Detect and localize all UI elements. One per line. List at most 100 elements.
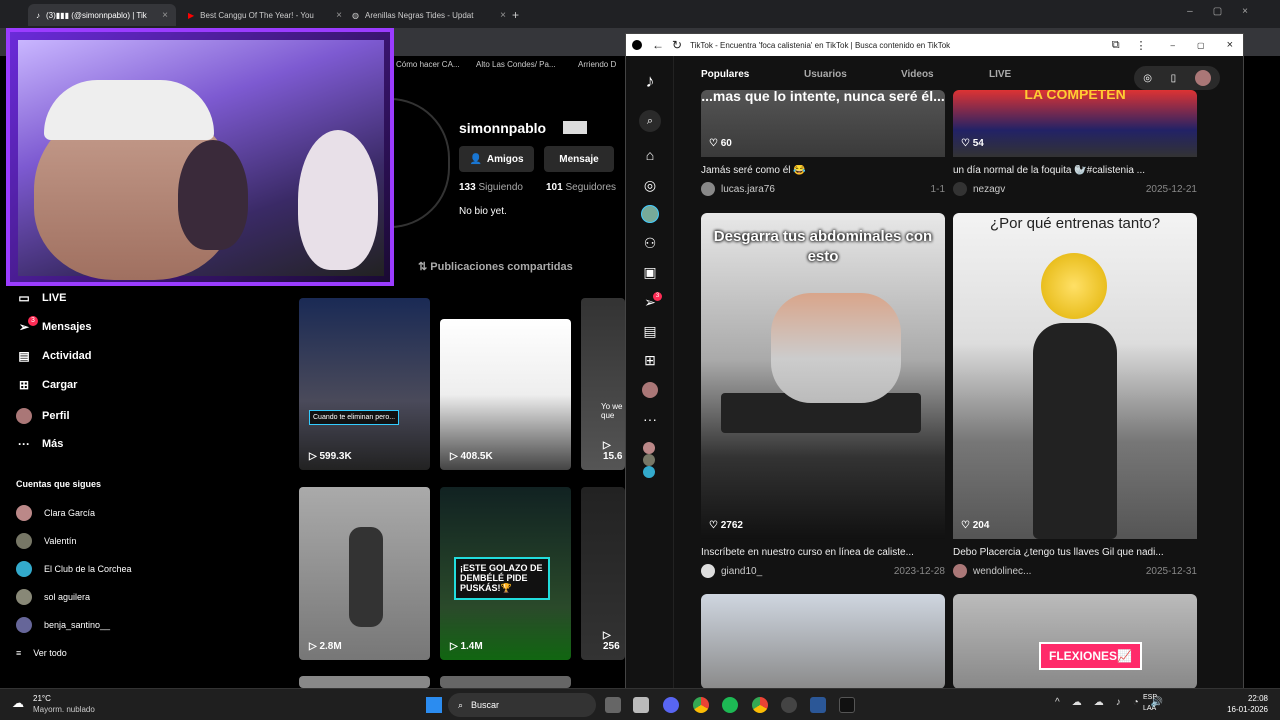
- avatar[interactable]: [642, 382, 658, 398]
- tab-videos[interactable]: Videos: [901, 69, 934, 80]
- tab-live[interactable]: LIVE: [989, 69, 1011, 80]
- video-thumbnail[interactable]: [440, 676, 571, 688]
- chrome-icon[interactable]: [693, 697, 709, 713]
- weather-icon[interactable]: ☁: [12, 696, 24, 710]
- following-stat[interactable]: 133 Siguiendo: [459, 182, 523, 193]
- video-thumbnail[interactable]: ¿Por qué entrenas tanto? ♡ 204: [953, 213, 1197, 539]
- avatar[interactable]: [641, 205, 659, 223]
- discord-icon[interactable]: [663, 697, 679, 713]
- upload-icon[interactable]: ⊞: [639, 349, 661, 371]
- video-thumbnail[interactable]: [701, 594, 945, 689]
- video-thumbnail[interactable]: FLEXIONES📈: [953, 594, 1197, 689]
- explore-icon[interactable]: ◎: [639, 174, 661, 196]
- start-icon[interactable]: [426, 697, 442, 713]
- author-name[interactable]: wendolinec...: [973, 566, 1031, 577]
- phone-icon[interactable]: ▯: [1171, 73, 1177, 84]
- task-view-icon[interactable]: [605, 697, 621, 713]
- maximize-icon[interactable]: ▢: [1197, 41, 1205, 50]
- video-caption[interactable]: Inscríbete en nuestro curso en línea de …: [701, 547, 945, 558]
- video-caption[interactable]: Jamás seré como él 😂: [701, 165, 945, 176]
- browser-tab[interactable]: ▶ Best Canggu Of The Year! - You ×: [180, 4, 350, 26]
- followed-account[interactable]: sol aguilera: [16, 589, 90, 605]
- video-caption[interactable]: Debo Placercia ¿tengo tus llaves Gil que…: [953, 547, 1197, 558]
- close-icon[interactable]: ×: [336, 10, 342, 21]
- video-thumbnail[interactable]: ▷ 2.8M: [299, 487, 430, 660]
- obs-icon[interactable]: [781, 697, 797, 713]
- video-thumbnail[interactable]: ▷ 408.5K: [440, 319, 571, 470]
- video-caption[interactable]: un día normal de la foquita 🦭#calistenia…: [953, 165, 1197, 176]
- message-button[interactable]: Mensaje: [544, 146, 614, 172]
- clock-time[interactable]: 22:08: [1224, 694, 1268, 703]
- video-thumbnail[interactable]: Desgarra tus abdominales con esto ♡ 2762: [701, 213, 945, 539]
- sidebar-item-upload[interactable]: ⊞ Cargar: [16, 378, 78, 392]
- live-icon[interactable]: ▣: [639, 261, 661, 283]
- taskbar-search[interactable]: ⌕ Buscar: [448, 693, 596, 717]
- result-card[interactable]: [701, 594, 945, 689]
- video-thumbnail[interactable]: ▷ 256: [581, 487, 625, 660]
- sidebar-item-activity[interactable]: ▤ Actividad: [16, 349, 91, 363]
- followed-account[interactable]: Valentín: [16, 533, 76, 549]
- home-icon[interactable]: ⌂: [639, 144, 661, 166]
- result-card[interactable]: ...mas que lo intente, nunca seré él... …: [701, 90, 945, 196]
- extensions-icon[interactable]: ⧉: [1112, 39, 1120, 52]
- language-primary[interactable]: ESP: [1143, 694, 1157, 701]
- close-icon[interactable]: ×: [162, 10, 168, 21]
- spotify-icon[interactable]: [722, 697, 738, 713]
- followed-account[interactable]: El Club de la Corchea: [16, 561, 132, 577]
- author-name[interactable]: nezagv: [973, 184, 1005, 195]
- tiktok-logo-icon[interactable]: ♪: [639, 70, 661, 92]
- sidebar-item-live[interactable]: ▭ LIVE: [16, 291, 66, 305]
- weather-desc[interactable]: Mayorm. nublado: [33, 705, 95, 714]
- following-icon[interactable]: ⚇: [639, 232, 661, 254]
- video-thumbnail[interactable]: ¡ESTE GOLAZO DE DEMBÉLÉ PIDE PUSKÁS!🏆 ▷ …: [440, 487, 571, 660]
- chrome-icon[interactable]: [752, 697, 768, 713]
- avatar[interactable]: [643, 442, 655, 454]
- followed-account[interactable]: benja_santino__: [16, 617, 110, 633]
- back-icon[interactable]: ←: [652, 38, 664, 52]
- bookmark[interactable]: Arriendo D: [578, 60, 616, 69]
- author-name[interactable]: lucas.jara76: [721, 184, 775, 195]
- video-thumbnail[interactable]: Cuando te eliminan pero... ▷ 599.3K: [299, 298, 430, 470]
- browser-tab[interactable]: ♪ (3)▮▮▮ (@simonnpablo) | Tik ×: [28, 4, 176, 26]
- video-thumbnail[interactable]: Yo we que ▷ 15.6: [581, 298, 625, 470]
- new-tab-button[interactable]: +: [504, 4, 527, 26]
- video-thumbnail[interactable]: ...mas que lo intente, nunca seré él... …: [701, 90, 945, 157]
- result-card[interactable]: FLEXIONES📈: [953, 594, 1197, 689]
- reload-icon[interactable]: ↻: [672, 38, 682, 52]
- followed-account[interactable]: Clara García: [16, 505, 95, 521]
- clock-date[interactable]: 16-01-2026: [1214, 705, 1268, 714]
- shared-posts-tab[interactable]: ⇅ Publicaciones compartidas: [418, 260, 573, 273]
- minimize-icon[interactable]: –: [1171, 41, 1175, 50]
- avatar[interactable]: [643, 454, 655, 466]
- app-icon[interactable]: [633, 697, 649, 713]
- see-all-link[interactable]: ≡ Ver todo: [16, 648, 67, 658]
- close-icon[interactable]: ×: [1227, 39, 1233, 51]
- tiktok-icon[interactable]: [839, 697, 855, 713]
- search-icon[interactable]: ⌕: [639, 110, 661, 132]
- menu-icon[interactable]: ⋮: [1136, 39, 1147, 52]
- window-controls[interactable]: –▢×: [1187, 6, 1268, 17]
- tab-populares[interactable]: Populares: [701, 69, 749, 80]
- compass-icon[interactable]: ◎: [1143, 73, 1152, 84]
- sidebar-item-profile[interactable]: Perfil: [16, 408, 70, 424]
- avatar[interactable]: [643, 466, 655, 478]
- video-thumbnail[interactable]: LA COMPETEN ♡ 54: [953, 90, 1197, 157]
- activity-icon[interactable]: ▤: [639, 320, 661, 342]
- browser-tab[interactable]: ◍ Arenillas Negras Tides - Updat ×: [344, 4, 514, 26]
- result-card[interactable]: Desgarra tus abdominales con esto ♡ 2762…: [701, 213, 945, 578]
- language-secondary[interactable]: LAA: [1143, 705, 1156, 712]
- result-card[interactable]: ¿Por qué entrenas tanto? ♡ 204 Debo Plac…: [953, 213, 1197, 578]
- word-icon[interactable]: [810, 697, 826, 713]
- video-thumbnail[interactable]: [299, 676, 430, 688]
- sidebar-item-more[interactable]: ··· Más: [16, 437, 63, 451]
- followers-stat[interactable]: 101 Seguidores: [546, 182, 616, 193]
- more-icon[interactable]: ···: [639, 408, 661, 430]
- result-card[interactable]: LA COMPETEN ♡ 54 un día normal de la foq…: [953, 90, 1197, 196]
- bookmark[interactable]: Cómo hacer CA...: [396, 60, 460, 69]
- avatar[interactable]: [1194, 70, 1211, 86]
- tab-usuarios[interactable]: Usuarios: [804, 69, 847, 80]
- weather-temp[interactable]: 21°C: [33, 694, 51, 703]
- bookmark[interactable]: Alto Las Condes/ Pa...: [476, 60, 556, 69]
- author-name[interactable]: giand10_: [721, 566, 762, 577]
- friends-button[interactable]: 👤 Amigos: [459, 146, 534, 172]
